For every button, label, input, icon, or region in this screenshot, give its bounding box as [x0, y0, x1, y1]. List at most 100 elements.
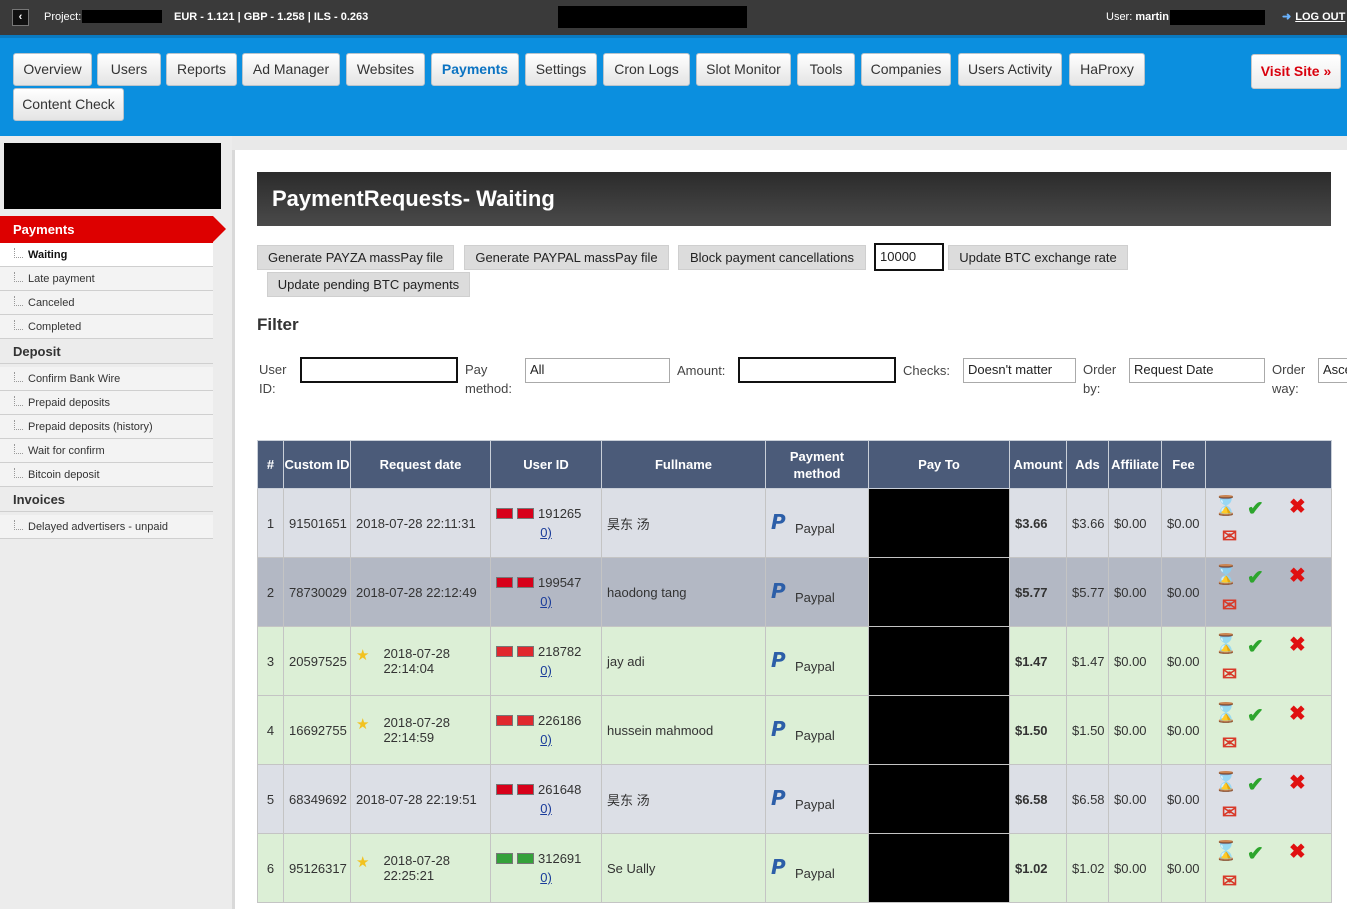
user-id-cell: 218782 0)	[490, 626, 602, 696]
user-link[interactable]: 0)	[496, 868, 596, 887]
user-id[interactable]: 312691	[538, 851, 581, 866]
hourglass-icon[interactable]: ⌛	[1214, 841, 1238, 863]
tab-tools[interactable]: Tools	[797, 53, 855, 86]
sidebar-item-bitcoin-deposit[interactable]: Bitcoin deposit	[0, 463, 213, 487]
cross-icon[interactable]: ✖	[1289, 496, 1306, 518]
col-header-number[interactable]: #	[257, 440, 284, 489]
hourglass-icon[interactable]: ⌛	[1214, 772, 1238, 794]
user-id[interactable]: 226186	[538, 713, 581, 728]
payment-method-cell: P Paypal	[765, 626, 869, 696]
row-number: 1	[257, 488, 284, 558]
checkmark-icon[interactable]: ✔	[1247, 636, 1264, 658]
user-link[interactable]: 0)	[496, 592, 596, 611]
tab-settings[interactable]: Settings	[525, 53, 597, 86]
request-date: 2018-07-28 22:14:59	[383, 715, 450, 745]
tab-reports[interactable]: Reports	[166, 53, 237, 86]
gmail-icon[interactable]: ✉	[1222, 732, 1237, 754]
hourglass-icon[interactable]: ⌛	[1214, 565, 1238, 587]
sidebar-item-late-payment[interactable]: Late payment	[0, 267, 213, 291]
generate-paypal-button[interactable]: Generate PAYPAL massPay file	[464, 245, 669, 270]
sidebar-item-wait-for-confirm[interactable]: Wait for confirm	[0, 439, 213, 463]
tab-companies[interactable]: Companies	[861, 53, 951, 86]
gmail-icon[interactable]: ✉	[1222, 663, 1237, 685]
sidebar-section-invoices[interactable]: Invoices	[0, 488, 213, 512]
user-link[interactable]: 0)	[496, 661, 596, 680]
gmail-icon[interactable]: ✉	[1222, 594, 1237, 616]
sidebar-item-canceled[interactable]: Canceled	[0, 291, 213, 315]
checkmark-icon[interactable]: ✔	[1247, 498, 1264, 520]
order-by-select[interactable]: Request Date	[1129, 358, 1265, 383]
sidebar-section-deposit[interactable]: Deposit	[0, 340, 213, 364]
checkmark-icon[interactable]: ✔	[1247, 567, 1264, 589]
hourglass-icon[interactable]: ⌛	[1214, 634, 1238, 656]
btc-rate-input[interactable]: 10000	[874, 243, 944, 271]
amount-input[interactable]	[738, 357, 896, 383]
sidebar-section-payments[interactable]: Payments	[0, 216, 226, 243]
hourglass-icon[interactable]: ⌛	[1214, 496, 1238, 518]
pay-method-select[interactable]: All	[525, 358, 670, 383]
user-id[interactable]: 261648	[538, 782, 581, 797]
tab-haproxy[interactable]: HaProxy	[1069, 53, 1145, 86]
col-header-fee[interactable]: Fee	[1161, 440, 1206, 489]
chevron-left-icon[interactable]: ‹	[12, 9, 29, 26]
checks-select[interactable]: Doesn't matter	[963, 358, 1076, 383]
hourglass-icon[interactable]: ⌛	[1214, 703, 1238, 725]
tab-users[interactable]: Users	[97, 53, 161, 86]
top-bar: ‹ Project: EUR - 1.121 | GBP - 1.258 | I…	[0, 0, 1347, 35]
sidebar-item-prepaid-history[interactable]: Prepaid deposits (history)	[0, 415, 213, 439]
user-id[interactable]: 199547	[538, 575, 581, 590]
tab-users-activity[interactable]: Users Activity	[958, 53, 1062, 86]
logout-link[interactable]: ➜ LOG OUT	[1282, 10, 1345, 23]
update-pending-btc-button[interactable]: Update pending BTC payments	[267, 272, 470, 297]
checkmark-icon[interactable]: ✔	[1247, 843, 1264, 865]
checkmark-icon[interactable]: ✔	[1247, 705, 1264, 727]
visit-site-button[interactable]: Visit Site »	[1251, 54, 1341, 89]
sidebar-item-waiting[interactable]: Waiting	[0, 243, 213, 267]
tab-cron-logs[interactable]: Cron Logs	[603, 53, 690, 86]
user-link[interactable]: 0)	[496, 799, 596, 818]
gmail-icon[interactable]: ✉	[1222, 525, 1237, 547]
pay-to-cell	[868, 695, 1010, 765]
cross-icon[interactable]: ✖	[1289, 841, 1306, 863]
tab-overview[interactable]: Overview	[13, 53, 92, 86]
col-header-user-id[interactable]: User ID	[490, 440, 602, 489]
col-header-ads[interactable]: Ads	[1066, 440, 1109, 489]
sidebar: Payments Waiting Late payment Canceled C…	[0, 136, 232, 909]
sidebar-item-delayed-advertisers[interactable]: Delayed advertisers - unpaid	[0, 515, 213, 539]
user-link[interactable]: 0)	[496, 523, 596, 542]
tab-payments[interactable]: Payments	[431, 53, 519, 86]
cross-icon[interactable]: ✖	[1289, 634, 1306, 656]
fullname: jay adi	[601, 626, 766, 696]
user-link[interactable]: 0)	[496, 730, 596, 749]
block-cancellations-button[interactable]: Block payment cancellations	[678, 245, 866, 270]
tab-websites[interactable]: Websites	[346, 53, 425, 86]
col-header-payment-method[interactable]: Payment method	[765, 440, 869, 489]
col-header-custom-id[interactable]: Custom ID	[283, 440, 351, 489]
user-id-input[interactable]	[300, 357, 458, 383]
user-id[interactable]: 218782	[538, 644, 581, 659]
col-header-fullname[interactable]: Fullname	[601, 440, 766, 489]
col-header-amount[interactable]: Amount	[1009, 440, 1067, 489]
cross-icon[interactable]: ✖	[1289, 565, 1306, 587]
tab-ad-manager[interactable]: Ad Manager	[242, 53, 340, 86]
col-header-pay-to[interactable]: Pay To	[868, 440, 1010, 489]
gmail-icon[interactable]: ✉	[1222, 801, 1237, 823]
sidebar-item-confirm-bank-wire[interactable]: Confirm Bank Wire	[0, 367, 213, 391]
col-header-request-date[interactable]: Request date	[350, 440, 491, 489]
flag-icon	[496, 646, 513, 657]
cross-icon[interactable]: ✖	[1289, 772, 1306, 794]
tab-content-check[interactable]: Content Check	[13, 88, 124, 121]
checkmark-icon[interactable]: ✔	[1247, 774, 1264, 796]
gmail-icon[interactable]: ✉	[1222, 870, 1237, 892]
update-btc-rate-button[interactable]: Update BTC exchange rate	[948, 245, 1128, 270]
sidebar-item-prepaid-deposits[interactable]: Prepaid deposits	[0, 391, 213, 415]
cross-icon[interactable]: ✖	[1289, 703, 1306, 725]
country-flags	[496, 711, 538, 730]
generate-payza-button[interactable]: Generate PAYZA massPay file	[257, 245, 454, 270]
user-id[interactable]: 191265	[538, 506, 581, 521]
col-header-affiliate[interactable]: Affiliate	[1108, 440, 1162, 489]
tab-slot-monitor[interactable]: Slot Monitor	[696, 53, 791, 86]
sidebar-item-completed[interactable]: Completed	[0, 315, 213, 339]
affiliate: $0.00	[1108, 695, 1162, 765]
order-way-select[interactable]: Asce	[1318, 358, 1347, 383]
